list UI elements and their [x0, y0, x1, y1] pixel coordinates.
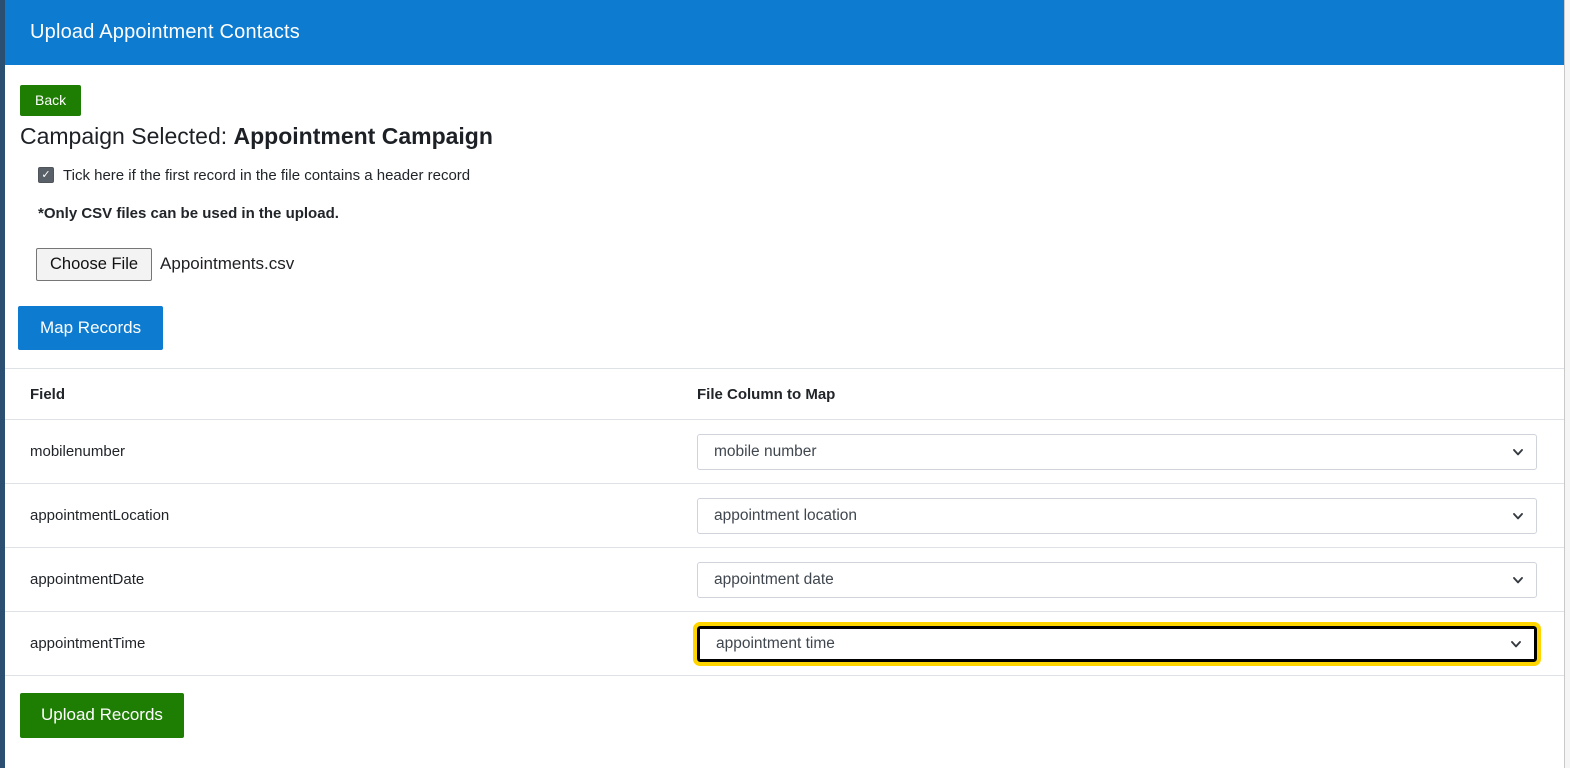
table-row: mobilenumber mobile number: [5, 420, 1564, 485]
upload-records-button[interactable]: Upload Records: [20, 693, 184, 738]
chevron-down-icon: [1511, 445, 1525, 459]
field-label: appointmentLocation: [30, 507, 170, 525]
select-value: appointment time: [716, 634, 835, 652]
table-row: appointmentTime appointment time: [5, 612, 1564, 677]
campaign-heading: Campaign Selected: Appointment Campaign: [20, 123, 1564, 150]
select-value: mobile number: [714, 442, 817, 460]
campaign-name: Appointment Campaign: [233, 122, 493, 149]
title-bar: Upload Appointment Contacts: [5, 0, 1564, 65]
field-label: mobilenumber: [30, 443, 126, 461]
header-record-checkbox[interactable]: ✓: [38, 167, 54, 184]
right-edge-strip: [1564, 0, 1570, 768]
select-value: appointment location: [714, 506, 858, 524]
file-column-select[interactable]: appointment date: [697, 561, 1537, 598]
column-header-map: File Column to Map: [697, 385, 836, 403]
field-label: appointmentDate: [30, 571, 145, 589]
table-row: appointmentLocation appointment location: [5, 484, 1564, 549]
table-row: appointmentDate appointment date: [5, 548, 1564, 613]
page-content: Back Campaign Selected: Appointment Camp…: [5, 65, 1564, 768]
csv-only-note: *Only CSV files can be used in the uploa…: [38, 204, 339, 222]
map-records-button[interactable]: Map Records: [18, 305, 164, 351]
column-header-field: Field: [30, 385, 66, 403]
left-edge-strip: [0, 0, 5, 768]
mapping-table: Field File Column to Map mobilenumber mo…: [5, 368, 1564, 677]
file-input[interactable]: Choose File Appointments.csv: [36, 247, 1564, 281]
checkmark-icon: ✓: [41, 168, 51, 181]
campaign-heading-prefix: Campaign Selected:: [20, 122, 234, 149]
header-record-option: ✓ Tick here if the first record in the f…: [38, 167, 1564, 184]
select-value: appointment date: [714, 570, 834, 588]
selected-file-name: Appointments.csv: [160, 254, 295, 274]
choose-file-button[interactable]: Choose File: [36, 247, 153, 281]
upload-appointment-contacts-page: Upload Appointment Contacts Back Campaig…: [0, 0, 1570, 768]
file-column-select-highlighted[interactable]: appointment time: [693, 621, 1541, 666]
header-record-label: Tick here if the first record in the fil…: [63, 166, 471, 184]
chevron-down-icon: [1511, 509, 1525, 523]
field-label: appointmentTime: [30, 635, 146, 653]
page-title: Upload Appointment Contacts: [30, 21, 301, 43]
file-column-select[interactable]: appointment location: [697, 497, 1537, 534]
back-button[interactable]: Back: [20, 85, 82, 116]
file-column-select[interactable]: mobile number: [697, 433, 1537, 470]
table-header-row: Field File Column to Map: [5, 369, 1564, 421]
chevron-down-icon: [1509, 637, 1523, 651]
chevron-down-icon: [1511, 573, 1525, 587]
